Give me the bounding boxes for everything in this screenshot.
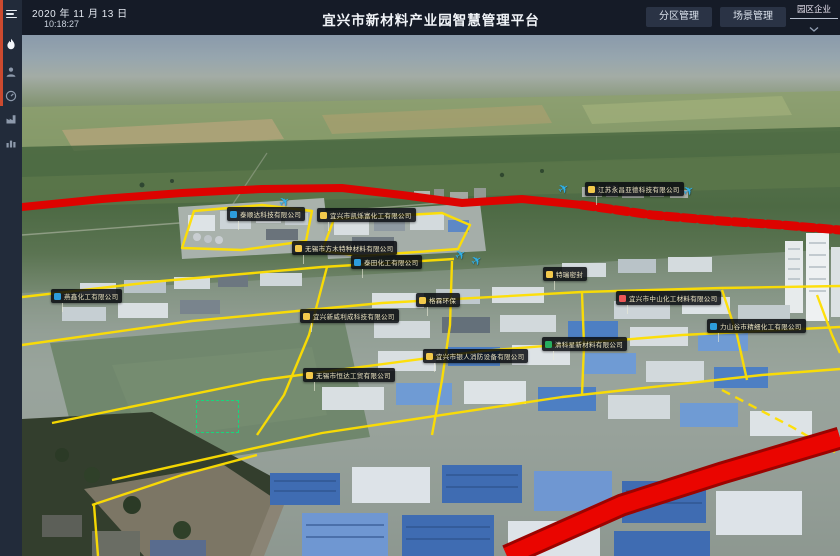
park-enterprise-dropdown[interactable]: 园区企业 — [790, 3, 838, 37]
company-marker[interactable]: 宜兴市中山化工材料有限公司 — [616, 291, 721, 314]
menu-icon[interactable] — [0, 4, 22, 24]
company-type-icon — [426, 353, 433, 360]
factory-icon[interactable] — [0, 109, 22, 129]
company-marker[interactable]: 宜兴市凯烁富化工有限公司 — [317, 208, 416, 231]
company-label: 宜兴市银人消防设备有限公司 — [436, 351, 524, 361]
company-marker[interactable]: 宜兴新威利成科技有限公司 — [300, 309, 399, 332]
selection-box[interactable] — [196, 400, 239, 433]
marker-stem — [314, 382, 315, 391]
company-marker[interactable]: 格霖环保 — [416, 293, 460, 316]
marker-stem — [434, 363, 435, 372]
gauge-icon[interactable] — [0, 86, 22, 106]
company-marker[interactable]: 特瑞密封 — [543, 267, 587, 290]
top-header: 2020 年 11 月 13 日 10:18:27 宜兴市新材料产业园智慧管理平… — [22, 0, 840, 35]
marker-stem — [554, 281, 555, 290]
company-marker[interactable]: 泰田化工有限公司 — [351, 255, 422, 278]
current-date: 2020 年 11 月 13 日 — [32, 5, 128, 20]
chevron-down-icon — [809, 27, 819, 32]
company-type-icon — [619, 295, 626, 302]
marker-stem — [596, 196, 597, 205]
company-marker[interactable]: 泰顺达科技有限公司 — [227, 207, 305, 230]
company-type-icon — [545, 341, 552, 348]
company-label: 宜兴市中山化工材料有限公司 — [629, 293, 717, 303]
marker-stem — [328, 222, 329, 231]
marker-stem — [238, 221, 239, 230]
company-label: 宜兴新威利成科技有限公司 — [313, 311, 395, 321]
company-type-icon — [320, 212, 327, 219]
company-label: 格霖环保 — [429, 295, 456, 305]
company-type-icon — [306, 372, 313, 379]
page-title: 宜兴市新材料产业园智慧管理平台 — [322, 9, 540, 29]
scene-management-button[interactable]: 场景管理 — [720, 7, 786, 27]
marker-stem — [718, 333, 719, 342]
company-type-icon — [588, 186, 595, 193]
company-marker[interactable]: 无锡市恒达工贸有限公司 — [303, 368, 395, 391]
company-label: 清科星新材料有限公司 — [555, 339, 623, 349]
fire-icon[interactable] — [0, 34, 22, 54]
marker-stem — [553, 351, 554, 360]
sidebar — [0, 0, 22, 556]
marker-stem — [303, 255, 304, 264]
company-type-icon — [303, 313, 310, 320]
company-marker[interactable]: 燕鑫化工有限公司 — [51, 289, 122, 312]
company-type-icon — [546, 271, 553, 278]
company-label: 燕鑫化工有限公司 — [64, 291, 118, 301]
company-label: 泰顺达科技有限公司 — [240, 209, 301, 219]
current-time: 10:18:27 — [44, 19, 79, 29]
company-label: 江苏永昌亚德科技有限公司 — [598, 184, 680, 194]
company-type-icon — [54, 293, 61, 300]
company-label: 宜兴市凯烁富化工有限公司 — [330, 210, 412, 220]
company-marker[interactable]: 宜兴市银人消防设备有限公司 — [423, 349, 528, 372]
marker-stem — [311, 323, 312, 332]
company-label: 特瑞密封 — [556, 269, 583, 279]
company-marker[interactable]: 江苏永昌亚德科技有限公司 — [585, 182, 684, 205]
company-marker[interactable]: 清科星新材料有限公司 — [542, 337, 627, 360]
company-label: 力山谷市精细化工有限公司 — [720, 321, 802, 331]
marker-stem — [62, 303, 63, 312]
bar-chart-icon[interactable] — [0, 133, 22, 153]
company-type-icon — [710, 323, 717, 330]
company-type-icon — [419, 297, 426, 304]
company-type-icon — [295, 245, 302, 252]
company-marker[interactable]: 力山谷市精细化工有限公司 — [707, 319, 806, 342]
company-label: 无锡市恒达工贸有限公司 — [316, 370, 391, 380]
company-type-icon — [230, 211, 237, 218]
user-icon[interactable] — [0, 62, 22, 82]
company-type-icon — [354, 259, 361, 266]
marker-stem — [627, 305, 628, 314]
company-label: 泰田化工有限公司 — [364, 257, 418, 267]
smart-park-platform: 2020 年 11 月 13 日 10:18:27 宜兴市新材料产业园智慧管理平… — [0, 0, 840, 556]
company-label: 无锡市方木特种材料有限公司 — [305, 243, 393, 253]
marker-stem — [362, 269, 363, 278]
park-enterprise-label: 园区企业 — [790, 3, 838, 19]
marker-stem — [427, 307, 428, 316]
map-3d-view[interactable]: ✈✈✈✈✈ 泰顺达科技有限公司 宜兴市凯烁富化工有限公司 无锡市方木特种材料有限… — [22, 35, 840, 556]
zone-management-button[interactable]: 分区管理 — [646, 7, 712, 27]
